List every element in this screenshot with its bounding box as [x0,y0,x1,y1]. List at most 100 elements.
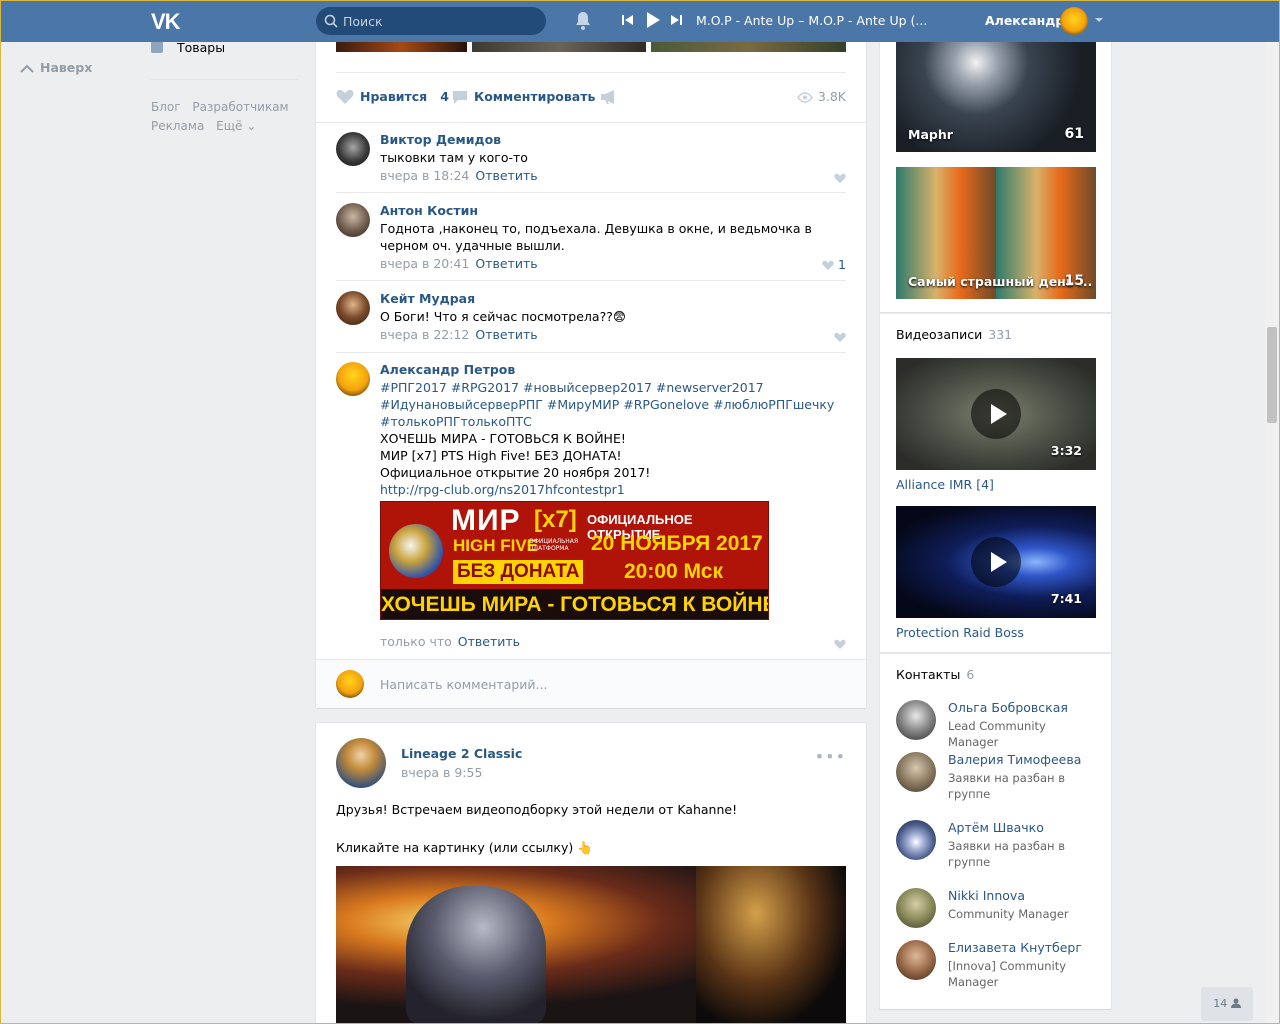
banner-rate: [x7] [534,506,577,533]
commenter-name[interactable]: Александр Петров [380,362,515,377]
comment-divider [336,352,846,353]
banner-title: МИР [451,504,521,537]
globe-emblem-icon [389,524,443,578]
comment-time[interactable]: вчера в 18:24 [380,168,469,183]
contact-name[interactable]: Валерия Тимофеева [948,752,1081,767]
commenter-name[interactable]: Антон Костин [380,203,478,218]
comment-like-button[interactable]: 1 [822,257,846,272]
next-track-icon[interactable] [670,14,682,26]
comment-divider [336,280,846,281]
scrollbar-thumb[interactable] [1267,327,1277,423]
contacts-header[interactable]: Контакты 6 [896,667,974,682]
video-title[interactable]: Protection Raid Boss [896,625,1024,640]
post-image[interactable] [336,866,846,1024]
album-card[interactable]: Maphr 61 [896,40,1096,152]
commenter-avatar[interactable] [336,203,370,237]
footer-link-developers[interactable]: Разработчикам [192,100,288,114]
contact-avatar[interactable] [896,820,936,860]
post-actions: Нравится 4 Комментировать 3.8K [336,72,846,122]
search-input[interactable] [343,7,538,35]
vk-logo[interactable]: VK [151,9,185,34]
comment-like-button[interactable] [834,329,846,344]
comment-divider [336,192,846,193]
chevron-up-icon [20,64,34,73]
search-box[interactable] [316,7,546,35]
track-title[interactable]: M.O.P - Ante Up – M.O.P - Ante Up (... [696,13,927,28]
banner-time: 20:00 Мск [624,560,723,583]
contact-role: [Innova] Community Manager [948,959,1067,989]
banner-no-donate: БЕЗ ДОНАТА [453,560,584,584]
contact-name[interactable]: Nikki Innova [948,888,1025,903]
comment-meta: вчера в 22:12 Ответить [380,327,538,342]
reply-link[interactable]: Ответить [458,634,520,649]
group-avatar[interactable] [336,738,386,788]
comment-line: Официальное открытие 20 ноября 2017! [380,465,651,480]
commenter-avatar[interactable] [336,362,370,396]
footer-link-blog[interactable]: Блог [151,100,181,114]
contact-role: Заявки на разбан в группе [948,839,1065,869]
views-count: 3.8K [817,89,846,104]
comment-like-button[interactable] [834,636,846,651]
chevron-down-icon[interactable] [1095,18,1103,22]
contact-avatar[interactable] [896,700,936,740]
bell-icon[interactable] [574,11,592,31]
footer-links: Блог Разработчикам Реклама Ещё ⌄ [151,98,301,136]
reply-link[interactable]: Ответить [475,327,537,342]
comment-time[interactable]: вчера в 22:12 [380,327,469,342]
friends-online-button[interactable]: 14 [1201,987,1253,1021]
commenter-avatar[interactable] [336,291,370,325]
video-thumbnail[interactable]: 3:32 [896,358,1096,470]
comment-hashtags[interactable]: #РПГ2017 #RPG2017 #новыйсервер2017 #news… [380,379,846,430]
comment-time[interactable]: вчера в 20:41 [380,256,469,271]
comment-button[interactable]: Комментировать [452,89,595,105]
sidebar-item-goods[interactable]: Товары [151,40,225,55]
commenter-avatar[interactable] [336,132,370,166]
contact-name[interactable]: Елизавета Кнутберг [948,940,1082,955]
post-menu-button[interactable]: ••• [815,747,846,766]
contact-avatar[interactable] [896,888,936,928]
comment-label: Комментировать [474,89,596,104]
commenter-name[interactable]: Кейт Мудрая [380,291,475,306]
like-button[interactable]: Нравится 4 [336,89,449,105]
footer-link-ads[interactable]: Реклама [151,119,204,133]
videos-block: Видеозаписи 331 3:32 Alliance IMR [4] 7:4… [880,313,1111,653]
heart-icon [834,173,846,184]
heart-icon [822,260,834,271]
video-duration: 7:41 [1050,591,1082,606]
play-icon[interactable] [646,12,660,28]
contact-avatar[interactable] [896,940,936,980]
play-icon [971,537,1021,587]
page-scrollbar[interactable] [1265,42,1279,1024]
post-image-detail [696,866,846,1024]
share-icon[interactable] [600,89,618,105]
play-icon [971,389,1021,439]
video-title[interactable]: Alliance IMR [4] [896,477,994,492]
contact-name[interactable]: Ольга Бобровская [948,700,1068,715]
contact-name[interactable]: Артём Швачко [948,820,1044,835]
post-author[interactable]: Lineage 2 Classic [401,746,522,761]
contact-avatar[interactable] [896,752,936,792]
previous-track-icon[interactable] [622,14,634,26]
comment-input[interactable] [380,674,830,694]
post-date[interactable]: вчера в 9:55 [401,765,482,780]
user-avatar[interactable] [1060,7,1088,35]
wall-post: Lineage 2 Classic вчера в 9:55 ••• Друзь… [316,723,866,1024]
contacts-count: 6 [966,667,975,682]
contact-role: Заявки на разбан в группе [948,771,1065,801]
scroll-up-link[interactable]: Наверх [20,60,92,75]
user-name[interactable]: Александр [985,13,1064,28]
video-thumbnail[interactable]: 7:41 [896,506,1096,618]
reply-link[interactable]: Ответить [475,168,537,183]
banner-platform: ОФИЦИАЛЬНАЯ ПЛАТФОРМА [529,538,579,552]
reply-link[interactable]: Ответить [475,256,537,271]
album-card[interactable]: Самый страшный день ... 15 [896,167,1096,299]
commenter-name[interactable]: Виктор Демидов [380,132,501,147]
promo-banner[interactable]: МИР [x7] HIGH FIVE ОФИЦИАЛЬНАЯ ПЛАТФОРМА… [380,501,769,620]
footer-link-more[interactable]: Ещё ⌄ [216,119,256,133]
banner-date: 20 НОЯБРЯ 2017 [591,532,763,555]
comment-time[interactable]: только что [380,634,452,649]
comment-link[interactable]: http://rpg-club.org/ns2017hfcontestpr1 [380,482,625,497]
comment-like-button[interactable] [834,170,846,185]
videos-header[interactable]: Видеозаписи 331 [896,327,1012,342]
like-label: Нравится [360,89,428,104]
